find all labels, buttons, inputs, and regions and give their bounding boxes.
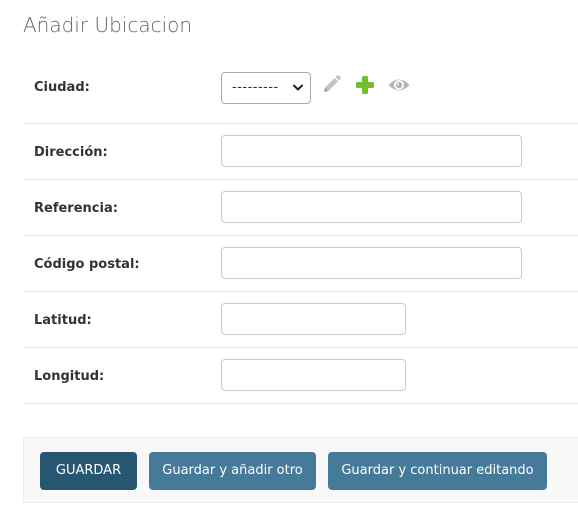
longitud-label: Longitud: (34, 369, 105, 384)
page-title: Añadir Ubicacion (23, 13, 193, 37)
pencil-icon[interactable] (320, 74, 342, 96)
chevron-down-icon (293, 84, 303, 91)
referencia-input[interactable] (221, 191, 522, 223)
direccion-label: Dirección: (34, 145, 108, 160)
form-row-referencia: Referencia: (23, 180, 578, 236)
ciudad-select-value: --------- (232, 80, 279, 95)
ciudad-select[interactable]: --------- (221, 72, 311, 104)
direccion-input[interactable] (221, 135, 522, 167)
form-row-codigo-postal: Código postal: (23, 236, 578, 292)
save-button[interactable]: GUARDAR (40, 452, 137, 490)
form-row-longitud: Longitud: (23, 348, 578, 404)
form-row-latitud: Latitud: (23, 292, 578, 348)
save-and-continue-editing-button[interactable]: Guardar y continuar editando (328, 452, 547, 490)
submit-row: GUARDAR Guardar y añadir otro Guardar y … (23, 437, 578, 503)
longitud-input[interactable] (221, 359, 406, 391)
form-row-ciudad: Ciudad: --------- (23, 68, 578, 124)
plus-icon[interactable] (354, 74, 376, 96)
add-location-form-page: Añadir Ubicacion Ciudad: --------- Direc… (0, 0, 578, 521)
latitud-label: Latitud: (34, 313, 92, 328)
save-and-add-another-button[interactable]: Guardar y añadir otro (149, 452, 316, 490)
eye-icon[interactable] (387, 74, 411, 96)
latitud-input[interactable] (221, 303, 406, 335)
codigo-postal-input[interactable] (221, 247, 522, 279)
codigo-postal-label: Código postal: (34, 257, 140, 272)
referencia-label: Referencia: (34, 201, 118, 216)
ciudad-label: Ciudad: (34, 80, 90, 95)
form-row-direccion: Dirección: (23, 124, 578, 180)
